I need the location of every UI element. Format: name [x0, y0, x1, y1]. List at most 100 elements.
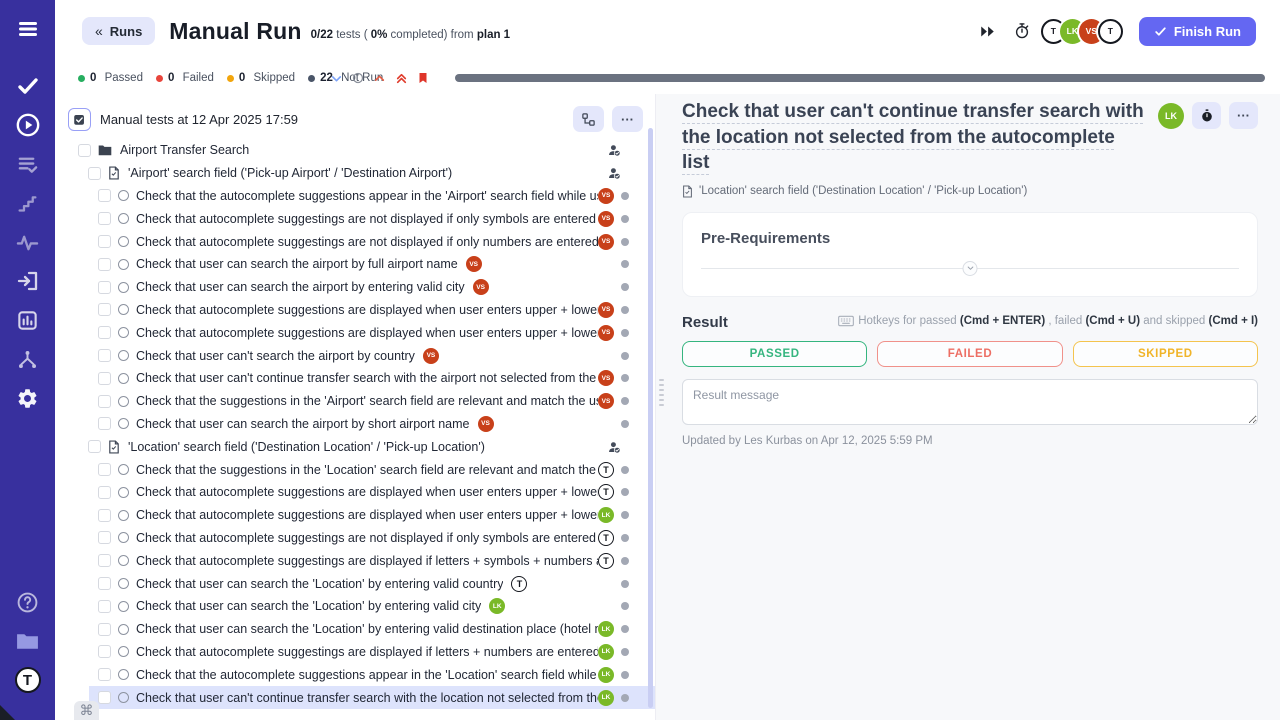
steps-icon[interactable] — [15, 190, 41, 216]
test-title[interactable]: Check that user can't continue transfer … — [682, 99, 1144, 176]
tree-row-test[interactable]: Check that autocomplete suggestings are … — [55, 230, 655, 253]
failed-button[interactable]: FAILED — [877, 341, 1062, 367]
fast-forward-icon[interactable] — [977, 20, 999, 42]
tree-row-test[interactable]: Check that autocomplete suggestings are … — [55, 641, 655, 664]
row-checkbox[interactable] — [98, 417, 111, 430]
row-checkbox[interactable] — [98, 372, 111, 385]
row-checkbox[interactable] — [98, 668, 111, 681]
assignee-avatar-vs[interactable]: VS — [598, 302, 614, 318]
row-checkbox[interactable] — [98, 212, 111, 225]
back-to-runs-button[interactable]: « Runs — [82, 17, 155, 45]
gear-icon[interactable] — [15, 385, 41, 411]
tree-row-test[interactable]: Check that user can't search the airport… — [55, 344, 655, 367]
tree-row-test[interactable]: Check that user can't continue transfer … — [55, 367, 655, 390]
branch-icon[interactable] — [15, 346, 41, 372]
tree-row-test[interactable]: Check that the autocomplete suggestions … — [55, 663, 655, 686]
tree-row-test[interactable]: Check that autocomplete suggestings are … — [55, 527, 655, 550]
row-checkbox[interactable] — [98, 395, 111, 408]
row-checkbox[interactable] — [78, 144, 91, 157]
assignee-avatar-lk[interactable]: LK — [1158, 103, 1184, 129]
circle-icon[interactable] — [352, 72, 364, 84]
task-list-icon[interactable] — [15, 151, 41, 177]
assignee-avatar-t[interactable]: T — [511, 576, 527, 592]
command-key-badge[interactable]: ⌘ — [74, 701, 99, 720]
row-checkbox[interactable] — [98, 235, 111, 248]
tree-more-button[interactable]: ··· — [612, 106, 643, 132]
stopwatch-button[interactable] — [1192, 102, 1221, 129]
result-message-input[interactable] — [682, 379, 1258, 425]
tree-row-test[interactable]: Check that user can search the 'Location… — [55, 595, 655, 618]
panel-resizer[interactable] — [656, 94, 668, 720]
finish-run-button[interactable]: Finish Run — [1139, 17, 1256, 46]
row-checkbox[interactable] — [98, 600, 111, 613]
row-checkbox[interactable] — [98, 509, 111, 522]
row-checkbox[interactable] — [98, 303, 111, 316]
row-checkbox[interactable] — [98, 623, 111, 636]
row-checkbox[interactable] — [98, 691, 111, 704]
tree-row-test[interactable]: Check that autocomplete suggestings are … — [55, 207, 655, 230]
testomat-logo[interactable]: T — [15, 667, 41, 693]
row-checkbox[interactable] — [88, 440, 101, 453]
row-checkbox[interactable] — [88, 167, 101, 180]
tree-row-test[interactable]: Check that user can search the airport b… — [55, 276, 655, 299]
import-icon[interactable] — [15, 268, 41, 294]
tree-row-test[interactable]: Check that the autocomplete suggestions … — [55, 185, 655, 208]
assignee-avatar-vs[interactable]: VS — [473, 279, 489, 295]
test-breadcrumb[interactable]: 'Location' search field ('Destination Lo… — [682, 185, 1258, 198]
tree-scrollbar[interactable] — [648, 128, 653, 708]
row-checkbox[interactable] — [98, 189, 111, 202]
assignee-avatar-t[interactable]: T — [598, 462, 614, 478]
tree-row-test[interactable]: Check that user can search the 'Location… — [55, 618, 655, 641]
tree-row-test[interactable]: Check that user can search the 'Location… — [55, 572, 655, 595]
timer-icon[interactable] — [1011, 20, 1033, 42]
pulse-icon[interactable] — [15, 229, 41, 255]
expand-chevron-icon[interactable] — [963, 261, 978, 276]
tree-row-test[interactable]: Check that autocomplete suggestions are … — [55, 504, 655, 527]
tree-row-test[interactable]: Check that user can't continue transfer … — [55, 686, 655, 709]
help-icon[interactable] — [15, 589, 41, 615]
row-checkbox[interactable] — [98, 486, 111, 499]
assignee-avatar-vs[interactable]: VS — [598, 370, 614, 386]
tree-row-test[interactable]: Check that user can search the airport b… — [55, 253, 655, 276]
passed-button[interactable]: PASSED — [682, 341, 867, 367]
chevron-up-icon[interactable] — [373, 72, 386, 85]
assignee-avatar-vs[interactable]: VS — [598, 188, 614, 204]
skipped-button[interactable]: SKIPPED — [1073, 341, 1258, 367]
tree-row-test[interactable]: Check that the suggestions in the 'Airpo… — [55, 390, 655, 413]
assignee-avatar-lk[interactable]: LK — [489, 598, 505, 614]
assignee-avatar-lk[interactable]: LK — [598, 507, 614, 523]
tree-view-toggle-button[interactable] — [573, 106, 604, 132]
tree-row-test[interactable]: Check that user can search the airport b… — [55, 413, 655, 436]
assignee-avatar-t[interactable]: T — [598, 553, 614, 569]
double-chevron-up-icon[interactable] — [395, 72, 408, 85]
assignee-avatar-vs[interactable]: VS — [466, 256, 482, 272]
row-checkbox[interactable] — [98, 349, 111, 362]
menu-icon[interactable] — [15, 16, 41, 42]
row-checkbox[interactable] — [98, 463, 111, 476]
assignee-avatar-lk[interactable]: LK — [598, 667, 614, 683]
row-checkbox[interactable] — [98, 258, 111, 271]
member-avatar-t[interactable]: T — [1098, 19, 1123, 44]
chevron-down-icon[interactable] — [330, 72, 343, 85]
tree-row-test[interactable]: Check that autocomplete suggestions are … — [55, 321, 655, 344]
play-circle-icon[interactable] — [15, 112, 41, 138]
row-checkbox[interactable] — [98, 554, 111, 567]
report-icon[interactable] — [15, 307, 41, 333]
select-all-checkbox[interactable] — [68, 108, 91, 131]
tree-row-suite[interactable]: 'Airport' search field ('Pick-up Airport… — [55, 162, 655, 185]
assignee-avatar-vs[interactable]: VS — [478, 416, 494, 432]
tree-row-suite[interactable]: 'Location' search field ('Destination Lo… — [55, 435, 655, 458]
assignee-avatar-vs[interactable]: VS — [598, 234, 614, 250]
check-icon[interactable] — [15, 73, 41, 99]
assignee-avatar-t[interactable]: T — [598, 484, 614, 500]
assignee-avatar-vs[interactable]: VS — [598, 325, 614, 341]
assignee-avatar-lk[interactable]: LK — [598, 621, 614, 637]
assignee-avatar-vs[interactable]: VS — [598, 393, 614, 409]
row-checkbox[interactable] — [98, 577, 111, 590]
assignee-avatar-vs[interactable]: VS — [598, 211, 614, 227]
tree-row-test[interactable]: Check that autocomplete suggestions are … — [55, 299, 655, 322]
row-checkbox[interactable] — [98, 645, 111, 658]
tree-row-test[interactable]: Check that autocomplete suggestings are … — [55, 549, 655, 572]
tree-row-test[interactable]: Check that the suggestions in the 'Locat… — [55, 458, 655, 481]
row-checkbox[interactable] — [98, 326, 111, 339]
